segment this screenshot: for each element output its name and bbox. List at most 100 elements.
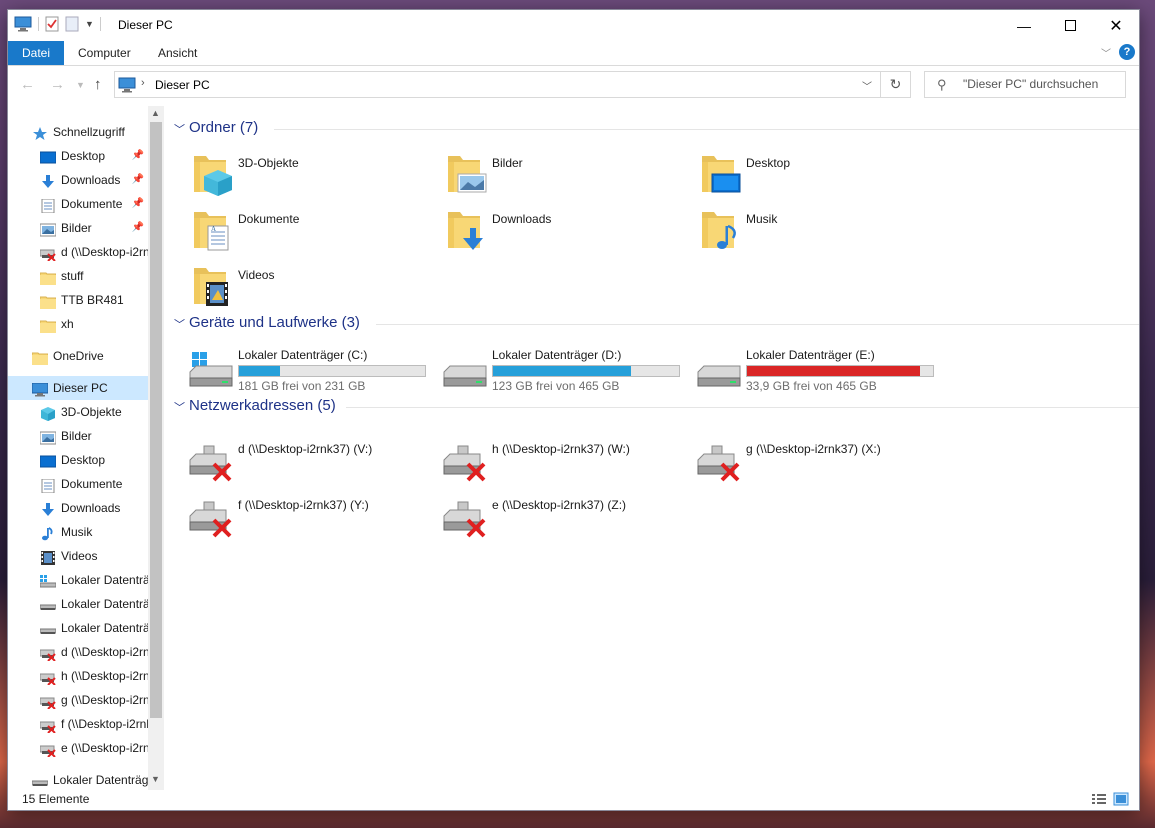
group-drives[interactable]: ﹀ Geräte und Laufwerke (3): [174, 313, 1139, 335]
sidebar-item-lokaler-datenträger-c[interactable]: Lokaler Datenträger (C:): [8, 568, 148, 592]
up-arrow-icon[interactable]: ↑: [94, 76, 102, 93]
properties-icon[interactable]: [45, 16, 59, 32]
status-bar: 15 Elemente: [8, 790, 1139, 810]
network-location-tile[interactable]: h (\\Desktop-i2rnk37) (W:): [428, 440, 682, 490]
sidebar-item-xh[interactable]: xh: [8, 312, 148, 336]
drive-tile[interactable]: Lokaler Datenträger (D:) 123 GB frei von …: [428, 346, 682, 396]
drive-usage-fill: [493, 366, 631, 376]
group-folders[interactable]: ﹀ Ordner (7): [174, 118, 1139, 140]
sidebar-item-schnellzugriff[interactable]: Schnellzugriff: [8, 120, 148, 144]
scroll-up-icon[interactable]: ▲: [151, 108, 160, 118]
svg-text:A: A: [211, 225, 216, 233]
sidebar-item-bilder[interactable]: Bilder 📌: [8, 216, 148, 240]
network-drive-disconnected-icon: [39, 645, 56, 662]
sidebar-item-g-desktop-i2rnk37-x[interactable]: g (\\Desktop-i2rnk37) (X:): [8, 688, 148, 712]
refresh-icon: ↻: [889, 76, 902, 92]
sidebar-item-desktop[interactable]: Desktop 📌: [8, 144, 148, 168]
sidebar-item-downloads[interactable]: Downloads 📌: [8, 168, 148, 192]
tab-datei[interactable]: Datei: [8, 41, 65, 65]
search-box[interactable]: ⚲: [924, 71, 1126, 98]
folder-tile-desktop[interactable]: Desktop: [682, 150, 932, 200]
new-folder-icon[interactable]: [65, 16, 79, 32]
network-location-tile[interactable]: d (\\Desktop-i2rnk37) (V:): [174, 440, 428, 490]
drive-tile[interactable]: Lokaler Datenträger (E:) 33,9 GB frei von…: [682, 346, 936, 396]
drive-icon: [440, 350, 490, 392]
sidebar-item-d-desktop-i2rnk37-v[interactable]: d (\\Desktop-i2rnk37) (V:): [8, 640, 148, 664]
search-input[interactable]: [961, 76, 1125, 92]
scrollbar-thumb[interactable]: [150, 122, 162, 718]
refresh-button[interactable]: ↻: [881, 71, 911, 98]
expand-ribbon-icon[interactable]: ﹀: [1101, 45, 1111, 60]
group-network[interactable]: ﹀ Netzwerkadressen (5): [174, 396, 1139, 418]
collapse-chevron-icon[interactable]: ﹀: [174, 399, 185, 415]
address-dropdown-icon[interactable]: ﹀: [862, 78, 872, 93]
quick-access-toolbar: ▼: [14, 16, 101, 32]
drive-usage-fill: [747, 366, 920, 376]
breadcrumb[interactable]: Dieser PC: [155, 78, 210, 92]
sidebar-item-dokumente[interactable]: Dokumente 📌: [8, 192, 148, 216]
network-location-tile[interactable]: e (\\Desktop-i2rnk37) (Z:): [428, 496, 682, 546]
help-icon[interactable]: ?: [1119, 44, 1135, 60]
scroll-down-icon[interactable]: ▼: [151, 774, 160, 784]
view-buttons: [1091, 792, 1129, 806]
toolbar-separator: [99, 17, 101, 31]
breadcrumb-chevron-icon[interactable]: ›: [141, 77, 145, 89]
sidebar-item-desktop[interactable]: Desktop: [8, 448, 148, 472]
sidebar-item-d-desktop-i2rnk37-v[interactable]: d (\\Desktop-i2rnk37) (V:): [8, 240, 148, 264]
pin-icon[interactable]: 📌: [132, 216, 144, 240]
sidebar-item-e-desktop-i2rnk37-z[interactable]: e (\\Desktop-i2rnk37) (Z:): [8, 736, 148, 760]
sidebar-item-h-desktop-i2rnk37-w[interactable]: h (\\Desktop-i2rnk37) (W:): [8, 664, 148, 688]
details-view-icon[interactable]: [1091, 792, 1107, 806]
sidebar-item-videos[interactable]: Videos: [8, 544, 148, 568]
sidebar-item-stuff[interactable]: stuff: [8, 264, 148, 288]
sidebar-item-ttb-br481[interactable]: TTB BR481: [8, 288, 148, 312]
folder-tile-downloads[interactable]: Downloads: [428, 206, 678, 256]
network-location-label: e (\\Desktop-i2rnk37) (Z:): [492, 498, 627, 512]
pin-icon[interactable]: 📌: [132, 192, 144, 216]
network-location-tile[interactable]: f (\\Desktop-i2rnk37) (Y:): [174, 496, 428, 546]
forward-arrow-icon[interactable]: →: [50, 76, 65, 93]
minimize-button[interactable]: —: [1001, 10, 1047, 41]
network-drive-disconnected-icon: [186, 496, 236, 540]
sidebar-item-lokaler-datenträger-d[interactable]: Lokaler Datenträger (D:): [8, 768, 148, 790]
pin-icon[interactable]: 📌: [132, 168, 144, 192]
folder-tile-dokumente[interactable]: A Dokumente: [174, 206, 424, 256]
tab-computer[interactable]: Computer: [64, 41, 145, 65]
customize-toolbar-icon[interactable]: ▼: [85, 19, 94, 29]
back-arrow-icon[interactable]: ←: [20, 76, 35, 93]
sidebar-item-lokaler-datenträger-e[interactable]: Lokaler Datenträger (E:): [8, 616, 148, 640]
large-icons-view-icon[interactable]: [1113, 792, 1129, 806]
sidebar-item-bilder[interactable]: Bilder: [8, 424, 148, 448]
collapse-chevron-icon[interactable]: ﹀: [174, 121, 185, 137]
ribbon-tabs: Datei Computer Ansicht ﹀ ?: [8, 41, 1139, 66]
maximize-button[interactable]: [1047, 10, 1093, 41]
address-bar[interactable]: › Dieser PC ﹀: [114, 71, 881, 98]
sidebar-item-f-desktop-i2rnk37-y[interactable]: f (\\Desktop-i2rnk37) (Y:): [8, 712, 148, 736]
recent-locations-icon[interactable]: ▼: [76, 80, 85, 90]
folder-tile-videos[interactable]: Videos: [174, 262, 424, 312]
sidebar-item-dokumente[interactable]: Dokumente: [8, 472, 148, 496]
drive-tile[interactable]: Lokaler Datenträger (C:) 181 GB frei von …: [174, 346, 428, 396]
network-location-tile[interactable]: g (\\Desktop-i2rnk37) (X:): [682, 440, 936, 490]
collapse-chevron-icon[interactable]: ﹀: [174, 316, 185, 332]
navigation-scrollbar[interactable]: ▲ ▼: [148, 106, 164, 790]
group-divider: [376, 324, 1139, 325]
close-button[interactable]: ✕: [1093, 10, 1139, 41]
pin-icon[interactable]: 📌: [132, 144, 144, 168]
pc-icon[interactable]: [14, 16, 32, 32]
sidebar-item-label: Desktop: [61, 149, 106, 163]
drive-free-space: 181 GB frei von 231 GB: [238, 379, 366, 393]
tab-ansicht[interactable]: Ansicht: [144, 41, 211, 65]
folder-tile-bilder[interactable]: Bilder: [428, 150, 678, 200]
maximize-icon: [1064, 20, 1076, 31]
search-icon: ⚲: [937, 77, 947, 92]
folder-tile-3d-objekte[interactable]: 3D-Objekte: [174, 150, 424, 200]
sidebar-item-onedrive[interactable]: OneDrive: [8, 344, 148, 368]
sidebar-item-musik[interactable]: Musik: [8, 520, 148, 544]
drive-windows-icon: [39, 573, 57, 588]
sidebar-item-downloads[interactable]: Downloads: [8, 496, 148, 520]
sidebar-item-dieser-pc[interactable]: Dieser PC: [8, 376, 148, 400]
sidebar-item-lokaler-datenträger-d[interactable]: Lokaler Datenträger (D:): [8, 592, 148, 616]
sidebar-item-3d-objekte[interactable]: 3D-Objekte: [8, 400, 148, 424]
folder-tile-musik[interactable]: Musik: [682, 206, 932, 256]
